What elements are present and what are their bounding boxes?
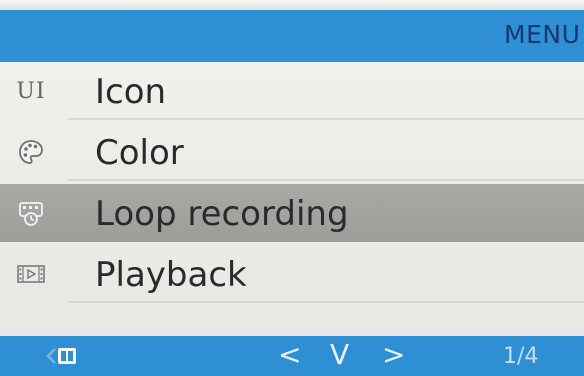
next-button[interactable]: >: [382, 338, 405, 371]
menu-item-icon[interactable]: UI Icon: [0, 62, 584, 120]
back-icon[interactable]: [44, 342, 104, 370]
down-button[interactable]: V: [330, 338, 349, 371]
ui-icon-text: UI: [16, 78, 46, 104]
loop-recording-icon: [16, 198, 46, 228]
footer-bar: < V > 1/4: [0, 336, 584, 376]
menu-list: UI Icon Color Loop recording Playback: [0, 62, 584, 336]
menu-item-playback[interactable]: Playback: [0, 245, 584, 303]
menu-item-label: Icon: [95, 72, 167, 112]
header-bar: MENU: [0, 10, 584, 62]
divider: [68, 301, 584, 303]
menu-item-label: Color: [95, 133, 184, 173]
menu-item-label: Loop recording: [95, 194, 349, 234]
ui-icon: UI: [16, 76, 46, 106]
menu-title: MENU: [504, 20, 581, 49]
divider: [68, 118, 584, 120]
menu-item-loop-recording[interactable]: Loop recording: [0, 184, 584, 242]
menu-item-color[interactable]: Color: [0, 123, 584, 181]
playback-icon: [16, 259, 46, 289]
palette-icon: [16, 137, 46, 167]
menu-screen: MENU UI Icon Color Loop recording Playba…: [0, 0, 584, 376]
menu-item-label: Playback: [95, 255, 247, 295]
page-indicator: 1/4: [503, 344, 539, 369]
divider: [68, 179, 584, 181]
prev-button[interactable]: <: [278, 338, 301, 371]
screen-bezel: [0, 0, 584, 10]
